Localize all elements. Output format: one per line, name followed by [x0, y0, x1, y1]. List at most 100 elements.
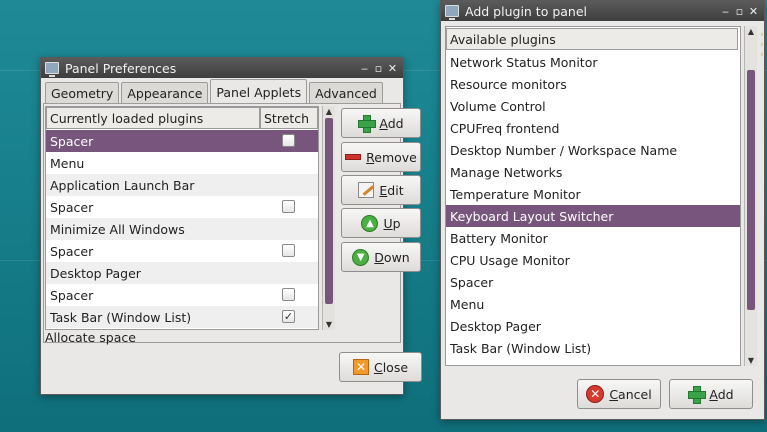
add-mnemonic: A	[379, 115, 388, 131]
tab-geometry[interactable]: Geometry	[45, 82, 120, 104]
minimize-icon[interactable]: ‒	[719, 5, 732, 18]
stretch-checkbox[interactable]	[282, 244, 295, 257]
edit-label: dit	[387, 182, 404, 198]
cancel-label: ancel	[618, 386, 652, 402]
available-plugin-item[interactable]: CPU Usage Monitor	[446, 249, 740, 271]
available-plugin-item[interactable]: Desktop Number / Workspace Name	[446, 139, 740, 161]
plugin-row[interactable]: Desktop Pager	[46, 262, 318, 284]
available-plugin-name: Menu	[450, 296, 485, 312]
stretch-checkbox[interactable]	[282, 134, 295, 147]
move-down-button[interactable]: ▼ Down	[341, 242, 421, 272]
close-button[interactable]: ✕ Close	[339, 352, 422, 382]
maximize-icon[interactable]: ▫	[733, 5, 746, 18]
add-icon	[688, 386, 707, 404]
plugin-name: Application Launch Bar	[50, 177, 195, 193]
available-plugin-item[interactable]: Spacer	[446, 271, 740, 293]
panel-preferences-window: Panel Preferences ‒ ▫ ✕ Geometry Appeara…	[40, 57, 422, 395]
column-header-plugins[interactable]: Currently loaded plugins	[46, 107, 260, 129]
plugin-row[interactable]: Spacer	[46, 196, 318, 218]
available-plugin-name: Spacer	[450, 274, 494, 290]
down-arrow-icon: ▼	[352, 248, 370, 266]
available-plugin-name: Network Status Monitor	[450, 54, 598, 70]
available-plugin-item[interactable]: Battery Monitor	[446, 227, 740, 249]
plugin-row[interactable]: Minimize All Windows	[46, 218, 318, 240]
add-label: dd	[717, 386, 734, 402]
available-plugin-name: Manage Networks	[450, 164, 563, 180]
tab-appearance[interactable]: Appearance	[121, 82, 209, 104]
minimize-icon[interactable]: ‒	[358, 62, 371, 75]
scroll-thumb[interactable]	[747, 70, 755, 310]
cancel-button[interactable]: ✕ Cancel	[577, 379, 661, 409]
monitor-icon	[445, 5, 459, 20]
remove-icon	[345, 154, 362, 160]
scroll-up-arrow-icon[interactable]: ▲	[323, 106, 335, 117]
tab-bar: Geometry Appearance Panel Applets Advanc…	[45, 79, 385, 104]
available-plugin-item[interactable]: Desktop Pager	[446, 315, 740, 337]
scroll-down-arrow-icon[interactable]: ▼	[745, 355, 757, 366]
up-mnemonic: U	[383, 215, 393, 231]
available-plugin-item[interactable]: Keyboard Layout Switcher	[446, 205, 740, 227]
down-mnemonic: D	[374, 249, 384, 265]
plugin-name: Spacer	[50, 199, 94, 215]
available-plugin-item[interactable]: Directory Menu	[446, 359, 740, 365]
available-plugin-item[interactable]: Network Status Monitor	[446, 51, 740, 73]
status-text: Allocate space	[45, 330, 136, 345]
down-label: own	[383, 249, 410, 265]
plugin-name: Spacer	[50, 243, 94, 259]
available-plugin-name: Resource monitors	[450, 76, 567, 92]
panel-preferences-titlebar[interactable]: Panel Preferences ‒ ▫ ✕	[41, 58, 403, 78]
available-plugin-item[interactable]: Volume Control	[446, 95, 740, 117]
add-plugin-titlebar[interactable]: Add plugin to panel ‒ ▫ ✕	[441, 1, 764, 21]
close-label: lose	[382, 359, 409, 375]
edit-icon	[358, 182, 375, 198]
available-plugins-list[interactable]: Available plugins Network Status Monitor…	[445, 26, 741, 366]
plugin-row[interactable]: Menu	[46, 152, 318, 174]
available-plugin-name: Keyboard Layout Switcher	[450, 208, 614, 224]
confirm-add-button[interactable]: Add	[669, 379, 753, 409]
window-title: Add plugin to panel	[465, 3, 588, 19]
plugin-row[interactable]: Spacer	[46, 130, 318, 152]
close-icon[interactable]: ✕	[386, 62, 399, 75]
column-header-available[interactable]: Available plugins	[446, 28, 738, 50]
available-plugin-item[interactable]: Task Bar (Window List)	[446, 337, 740, 359]
add-plugin-button[interactable]: Add	[341, 108, 421, 138]
plugins-scrollbar[interactable]: ▲ ▼	[322, 106, 335, 330]
up-label: p	[392, 215, 401, 231]
available-plugin-item[interactable]: Manage Networks	[446, 161, 740, 183]
available-plugin-item[interactable]: CPUFreq frontend	[446, 117, 740, 139]
scroll-up-arrow-icon[interactable]: ▲	[745, 26, 757, 37]
tab-advanced[interactable]: Advanced	[309, 82, 383, 104]
loaded-plugins-list[interactable]: Currently loaded plugins Stretch Spacer M…	[45, 106, 319, 330]
edit-plugin-button[interactable]: Edit	[341, 175, 421, 205]
maximize-icon[interactable]: ▫	[372, 62, 385, 75]
remove-plugin-button[interactable]: Remove	[341, 142, 421, 172]
plugin-row[interactable]: Application Launch Bar	[46, 174, 318, 196]
cancel-icon: ✕	[586, 385, 605, 403]
add-plugin-window: Add plugin to panel ‒ ▫ ✕ Available plug…	[440, 0, 765, 420]
add-mnemonic: A	[709, 386, 718, 402]
window-title: Panel Preferences	[65, 60, 177, 76]
plugin-name: Desktop Pager	[50, 265, 141, 281]
available-plugin-item[interactable]: Resource monitors	[446, 73, 740, 95]
plugin-row[interactable]: Spacer	[46, 284, 318, 306]
stretch-checkbox[interactable]	[282, 288, 295, 301]
scroll-thumb[interactable]	[325, 118, 333, 304]
close-icon[interactable]: ✕	[747, 5, 760, 18]
column-header-stretch[interactable]: Stretch	[260, 107, 318, 129]
plugin-row[interactable]: Spacer	[46, 240, 318, 262]
available-scrollbar[interactable]: ▲ ▼	[744, 26, 757, 366]
move-up-button[interactable]: ▲ Up	[341, 208, 421, 238]
plugin-row[interactable]: Task Bar (Window List) ✓	[46, 306, 318, 328]
available-plugin-name: Battery Monitor	[450, 230, 548, 246]
available-plugin-name: CPUFreq frontend	[450, 120, 560, 136]
available-plugin-item[interactable]: Menu	[446, 293, 740, 315]
available-plugin-item[interactable]: Temperature Monitor	[446, 183, 740, 205]
close-mnemonic: C	[373, 359, 383, 375]
scroll-down-arrow-icon[interactable]: ▼	[323, 319, 335, 330]
cancel-mnemonic: C	[609, 386, 619, 402]
tab-panel-applets[interactable]: Panel Applets	[210, 79, 308, 104]
plugin-name: Spacer	[50, 287, 94, 303]
desktop-edge-decoration: › › ›	[760, 30, 764, 60]
stretch-checkbox[interactable]: ✓	[282, 310, 295, 323]
stretch-checkbox[interactable]	[282, 200, 295, 213]
